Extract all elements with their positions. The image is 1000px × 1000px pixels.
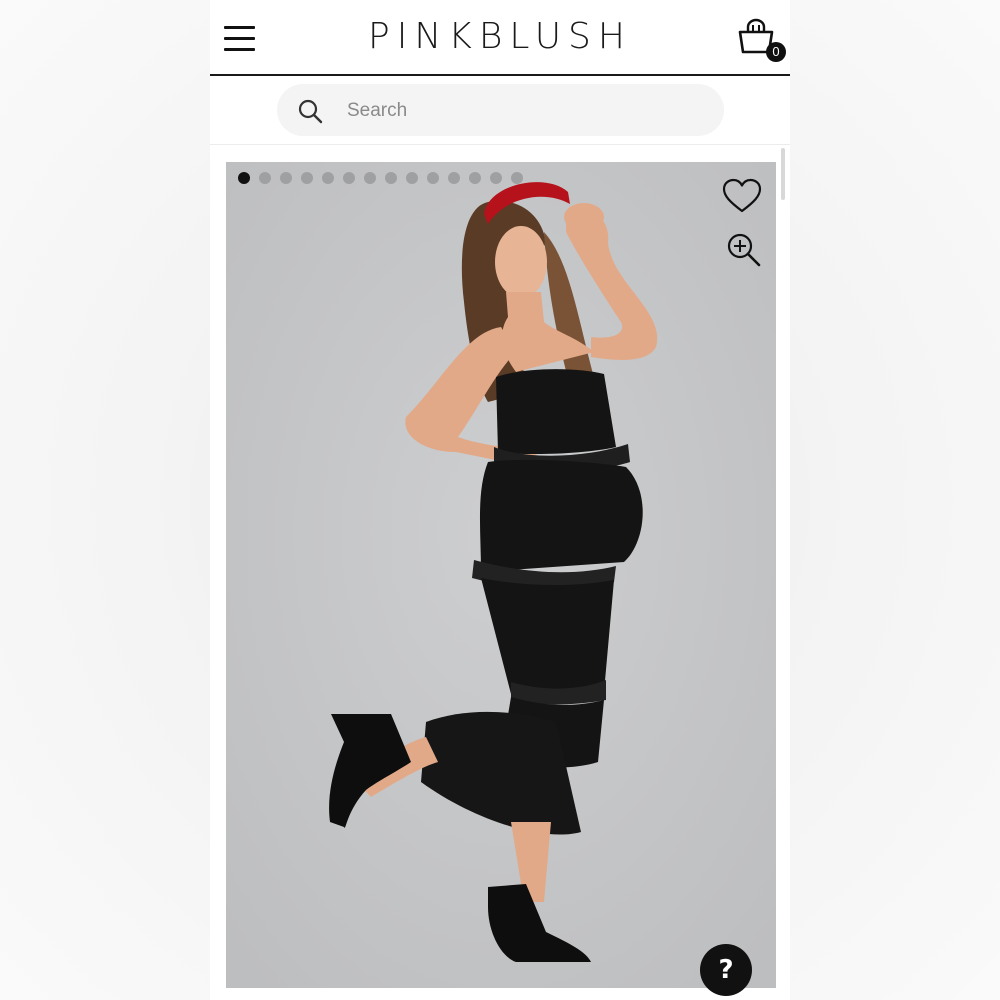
zoom-in-icon[interactable] [726,232,762,268]
gallery-dot[interactable] [301,172,313,184]
heart-icon[interactable] [722,178,762,214]
mobile-page: PINKBLUSH 0 Search ? [210,0,790,1000]
gallery-dot[interactable] [511,172,523,184]
gallery-dot[interactable] [364,172,376,184]
site-header: PINKBLUSH 0 [210,0,790,76]
question-mark-icon: ? [718,955,734,985]
help-button[interactable]: ? [700,944,752,996]
gallery-pagination-dots [238,172,523,184]
gallery-dot[interactable] [259,172,271,184]
cart-count-badge: 0 [766,42,786,62]
gallery-dot[interactable] [385,172,397,184]
gallery-dot[interactable] [406,172,418,184]
gallery-dot[interactable] [490,172,502,184]
gallery-dot[interactable] [427,172,439,184]
product-image-gallery[interactable] [226,162,776,988]
product-photo [226,162,776,988]
gallery-dot[interactable] [280,172,292,184]
scroll-indicator[interactable] [781,148,785,200]
gallery-dot[interactable] [238,172,250,184]
search-section [210,76,790,145]
gallery-dot[interactable] [469,172,481,184]
search-icon[interactable] [297,98,323,124]
gallery-dot[interactable] [343,172,355,184]
gallery-dot[interactable] [322,172,334,184]
gallery-dot[interactable] [448,172,460,184]
search-bar[interactable] [277,84,724,136]
search-input[interactable] [345,94,709,128]
site-logo[interactable]: PINKBLUSH [210,16,790,57]
shopping-bag-button[interactable]: 0 [736,18,788,64]
